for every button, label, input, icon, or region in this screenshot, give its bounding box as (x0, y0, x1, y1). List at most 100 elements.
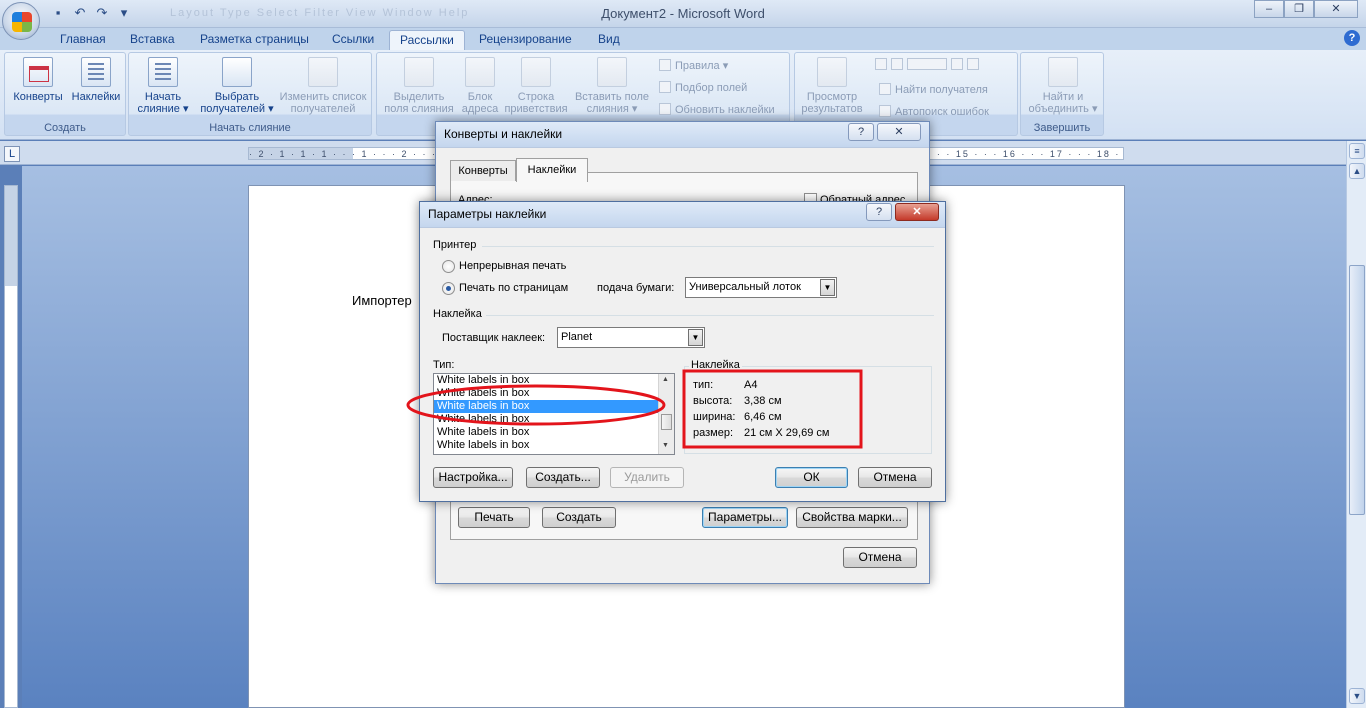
page-printers-label: Печать по страницам (459, 282, 569, 294)
tab-envelopes[interactable]: Конверты (450, 160, 516, 181)
info-value-height: 3,38 см (744, 395, 782, 407)
tab-page-layout[interactable]: Разметка страницы (190, 30, 319, 50)
start-merge-icon (148, 57, 178, 87)
last-record-icon[interactable] (967, 58, 979, 70)
details-button[interactable]: Настройка... (433, 467, 513, 488)
tab-labels[interactable]: Наклейки (516, 158, 588, 182)
office-logo-icon (12, 12, 32, 32)
insert-merge-field-button[interactable]: Вставить поле слияния ▾ (571, 57, 653, 115)
update-labels-button[interactable]: Обновить наклейки (659, 103, 775, 116)
info-section-label: Наклейка (689, 359, 742, 371)
scrollbar-thumb[interactable] (1349, 265, 1365, 515)
scroll-up-icon[interactable]: ▲ (1349, 163, 1365, 179)
page-printers-radio[interactable] (442, 282, 455, 295)
label-info-panel (684, 366, 932, 454)
chevron-down-icon[interactable]: ▼ (688, 329, 703, 346)
scroll-up-icon[interactable]: ▲ (662, 376, 669, 383)
list-item-selected[interactable]: White labels in box (434, 400, 659, 413)
tab-insert[interactable]: Вставка (120, 30, 185, 50)
vertical-ruler[interactable] (4, 185, 18, 708)
preview-results-button[interactable]: Просмотр результатов (795, 57, 869, 115)
options-button[interactable]: Параметры... (702, 507, 788, 528)
rules-icon (659, 59, 671, 71)
tray-select[interactable]: Универсальный лоток ▼ (685, 277, 837, 298)
group-label-create: Создать (44, 122, 86, 134)
help-icon[interactable]: ? (1344, 30, 1360, 46)
tab-selector[interactable]: L (4, 146, 20, 162)
highlight-fields-button[interactable]: Выделить поля слияния (379, 57, 459, 115)
close-window-button[interactable]: ✕ (1314, 0, 1358, 18)
vertical-scrollbar[interactable]: ≡ ▲ ▼ (1346, 141, 1366, 708)
label-options-dialog: Параметры наклейки ? ✕ Принтер Непрерывн… (419, 201, 946, 502)
new-label-button[interactable]: Создать... (526, 467, 600, 488)
printer-section-label: Принтер (433, 239, 477, 251)
select-recipients-button[interactable]: Выбрать получателей ▾ (199, 57, 275, 115)
help-button[interactable]: ? (848, 123, 874, 141)
preview-results-icon (817, 57, 847, 87)
labels-button[interactable]: Наклейки (67, 57, 125, 103)
ruler-toggle-icon[interactable]: ≡ (1349, 143, 1365, 159)
tab-mailings[interactable]: Рассылки (389, 30, 465, 50)
list-scroll-thumb[interactable] (661, 414, 672, 430)
list-item[interactable]: White labels in box (434, 374, 659, 387)
list-item[interactable]: White labels in box (434, 439, 659, 452)
info-value-size: 21 см X 29,69 см (744, 427, 830, 439)
address-block-button[interactable]: Блок адреса (457, 57, 503, 115)
tab-home[interactable]: Главная (50, 30, 116, 50)
label-type-list[interactable]: White labels in box White labels in box … (433, 373, 675, 455)
greeting-line-button[interactable]: Строка приветствия (503, 57, 569, 115)
auto-check-icon (879, 105, 891, 117)
document-text[interactable]: Импортер (352, 293, 412, 308)
cancel-button[interactable]: Отмена (843, 547, 917, 568)
highlight-fields-icon (404, 57, 434, 87)
envelope-icon (23, 57, 53, 87)
insert-field-icon (597, 57, 627, 87)
info-value-type: A4 (744, 379, 758, 391)
start-merge-button[interactable]: Начать слияние ▾ (133, 57, 193, 115)
next-record-icon[interactable] (951, 58, 963, 70)
label-section-label: Наклейка (433, 308, 482, 320)
continuous-feed-radio[interactable] (442, 260, 455, 273)
label-divider (486, 315, 934, 316)
tab-references[interactable]: Ссылки (322, 30, 384, 50)
update-labels-icon (659, 103, 671, 115)
new-document-button[interactable]: Создать (542, 507, 616, 528)
help-button[interactable]: ? (866, 203, 892, 221)
record-number-field[interactable] (907, 58, 947, 70)
close-button[interactable]: ✕ (877, 123, 921, 141)
epostage-properties-button[interactable]: Свойства марки... (796, 507, 908, 528)
list-scrollbar[interactable]: ▲ ▼ (658, 374, 674, 454)
envelopes-button[interactable]: Конверты (8, 57, 68, 103)
office-button[interactable] (2, 2, 40, 40)
close-button[interactable]: ✕ (895, 203, 939, 221)
info-value-width: 6,46 см (744, 411, 782, 423)
finish-merge-button[interactable]: Найти и объединить ▾ (1023, 57, 1103, 115)
first-record-icon[interactable] (875, 58, 887, 70)
scroll-down-icon[interactable]: ▼ (1349, 688, 1365, 704)
list-item[interactable]: White labels in box (434, 426, 659, 439)
scroll-down-icon[interactable]: ▼ (662, 442, 669, 449)
list-item[interactable]: White labels in box (434, 387, 659, 400)
rules-button[interactable]: Правила ▾ (659, 59, 728, 72)
delete-button[interactable]: Удалить (610, 467, 684, 488)
auto-check-errors-button[interactable]: Автопоиск ошибок (879, 105, 989, 118)
cancel-button[interactable]: Отмена (858, 467, 932, 488)
label-vendor-select[interactable]: Planet ▼ (557, 327, 705, 348)
address-block-icon (465, 57, 495, 87)
info-key-size: размер: (693, 427, 734, 439)
tray-label: подача бумаги: (597, 282, 675, 294)
maximize-button[interactable]: ❐ (1284, 0, 1314, 18)
minimize-button[interactable]: – (1254, 0, 1284, 18)
list-item[interactable]: White labels in box (434, 413, 659, 426)
print-button[interactable]: Печать (458, 507, 530, 528)
chevron-down-icon[interactable]: ▼ (820, 279, 835, 296)
continuous-feed-label: Непрерывная печать (459, 260, 567, 272)
find-recipient-button[interactable]: Найти получателя (879, 83, 988, 96)
edit-recipient-list-button[interactable]: Изменить список получателей (275, 57, 371, 115)
tab-review[interactable]: Рецензирование (469, 30, 582, 50)
ok-button[interactable]: ОК (775, 467, 848, 488)
match-fields-button[interactable]: Подбор полей (659, 81, 747, 94)
group-start-merge: Начать слияние ▾ Выбрать получателей ▾ И… (128, 52, 372, 136)
previous-record-icon[interactable] (891, 58, 903, 70)
tab-view[interactable]: Вид (588, 30, 630, 50)
